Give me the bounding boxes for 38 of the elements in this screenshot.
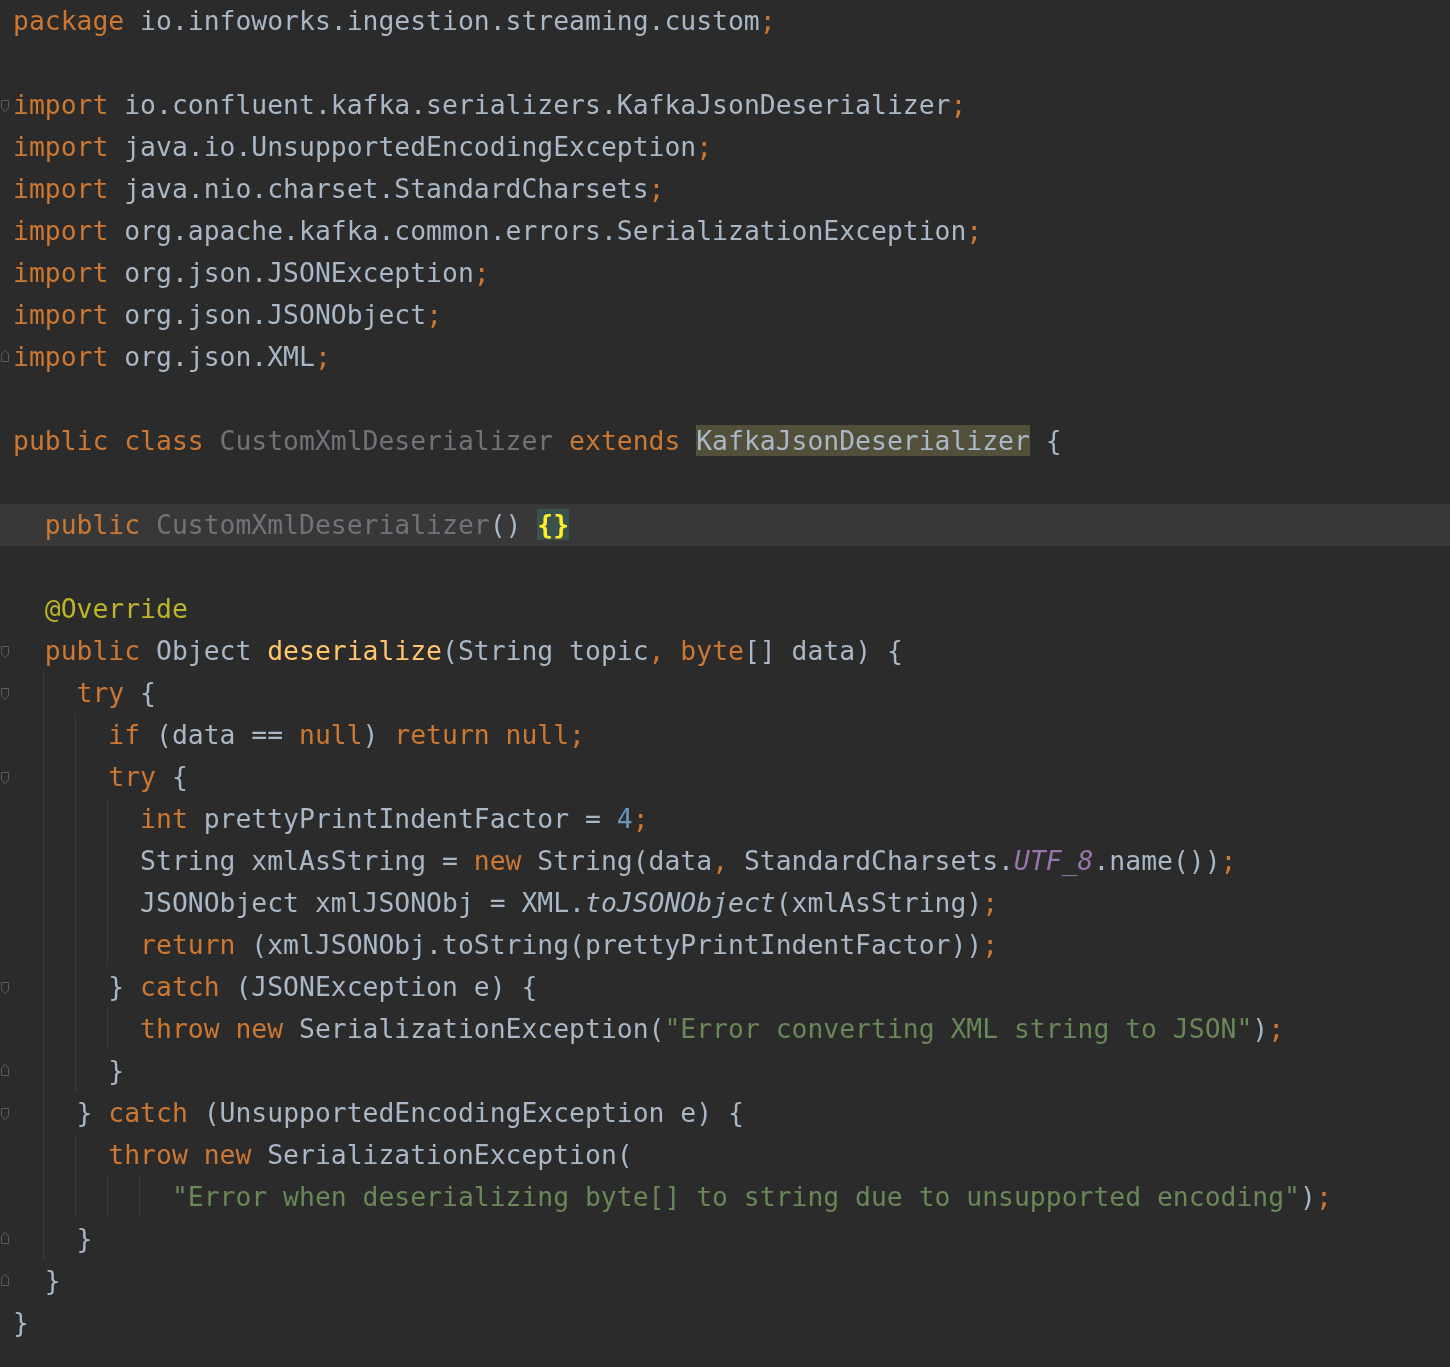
code-line: } (75, 1222, 93, 1256)
code-line: import io.confluent.kafka.serializers.KafkaJsonDeserializer; (13, 88, 967, 122)
code-line: import org.json.JSONObject; (13, 298, 442, 332)
code-line: JSONObject xmlJSONObj = XML.toJSONObject(xmlAsString); (139, 886, 999, 920)
code-line: } catch (JSONException e) { (107, 970, 538, 1004)
code-line: import org.json.JSONException; (13, 256, 490, 290)
code-line: try { (107, 760, 188, 794)
code-line: String xmlAsString = new String(data, StandardCharsets.UTF_8.name()); (139, 844, 1237, 878)
code-line: import org.apache.kafka.common.errors.SerializationException; (13, 214, 983, 248)
fold-marker-icon[interactable] (1, 688, 9, 700)
fold-marker-icon[interactable] (1, 982, 9, 994)
fold-marker-icon[interactable] (1, 772, 9, 784)
code-line: public Object deserialize(String topic, byte[] data) { (43, 634, 903, 668)
code-line: public CustomXmlDeserializer() {} (43, 508, 570, 542)
code-line: import java.nio.charset.StandardCharsets; (13, 172, 665, 206)
fold-marker-icon[interactable] (1, 1108, 9, 1120)
code-line: @Override (43, 592, 188, 626)
fold-marker-icon[interactable] (1, 1064, 9, 1076)
code-line: try { (75, 676, 156, 710)
code-line: throw new SerializationException("Error converting XML string to JSON"); (139, 1012, 1285, 1046)
code-line: public class CustomXmlDeserializer extends KafkaJsonDeserializer { (13, 424, 1062, 458)
fold-marker-icon[interactable] (1, 350, 9, 362)
code-line: "Error when deserializing byte[] to string due to unsupported encoding"); (170, 1180, 1332, 1214)
code-line: package io.infoworks.ingestion.streaming.custom; (13, 4, 776, 38)
code-line: int prettyPrintIndentFactor = 4; (139, 802, 649, 836)
code-line: } (43, 1264, 61, 1298)
code-line: if (data == null) return null; (107, 718, 585, 752)
fold-marker-icon[interactable] (1, 1232, 9, 1244)
code-line: import java.io.UnsupportedEncodingException; (13, 130, 713, 164)
code-line: return (xmlJSONObj.toString(prettyPrintIndentFactor)); (139, 928, 999, 962)
fold-marker-icon[interactable] (1, 100, 9, 112)
code-line: } catch (UnsupportedEncodingException e) { (75, 1096, 744, 1130)
code-line: } (107, 1054, 125, 1088)
code-line: throw new SerializationException( (107, 1138, 633, 1172)
fold-marker-icon[interactable] (1, 1274, 9, 1286)
code-line: } (13, 1306, 29, 1340)
code-line: import org.json.XML; (13, 340, 331, 374)
fold-marker-icon[interactable] (1, 646, 9, 658)
